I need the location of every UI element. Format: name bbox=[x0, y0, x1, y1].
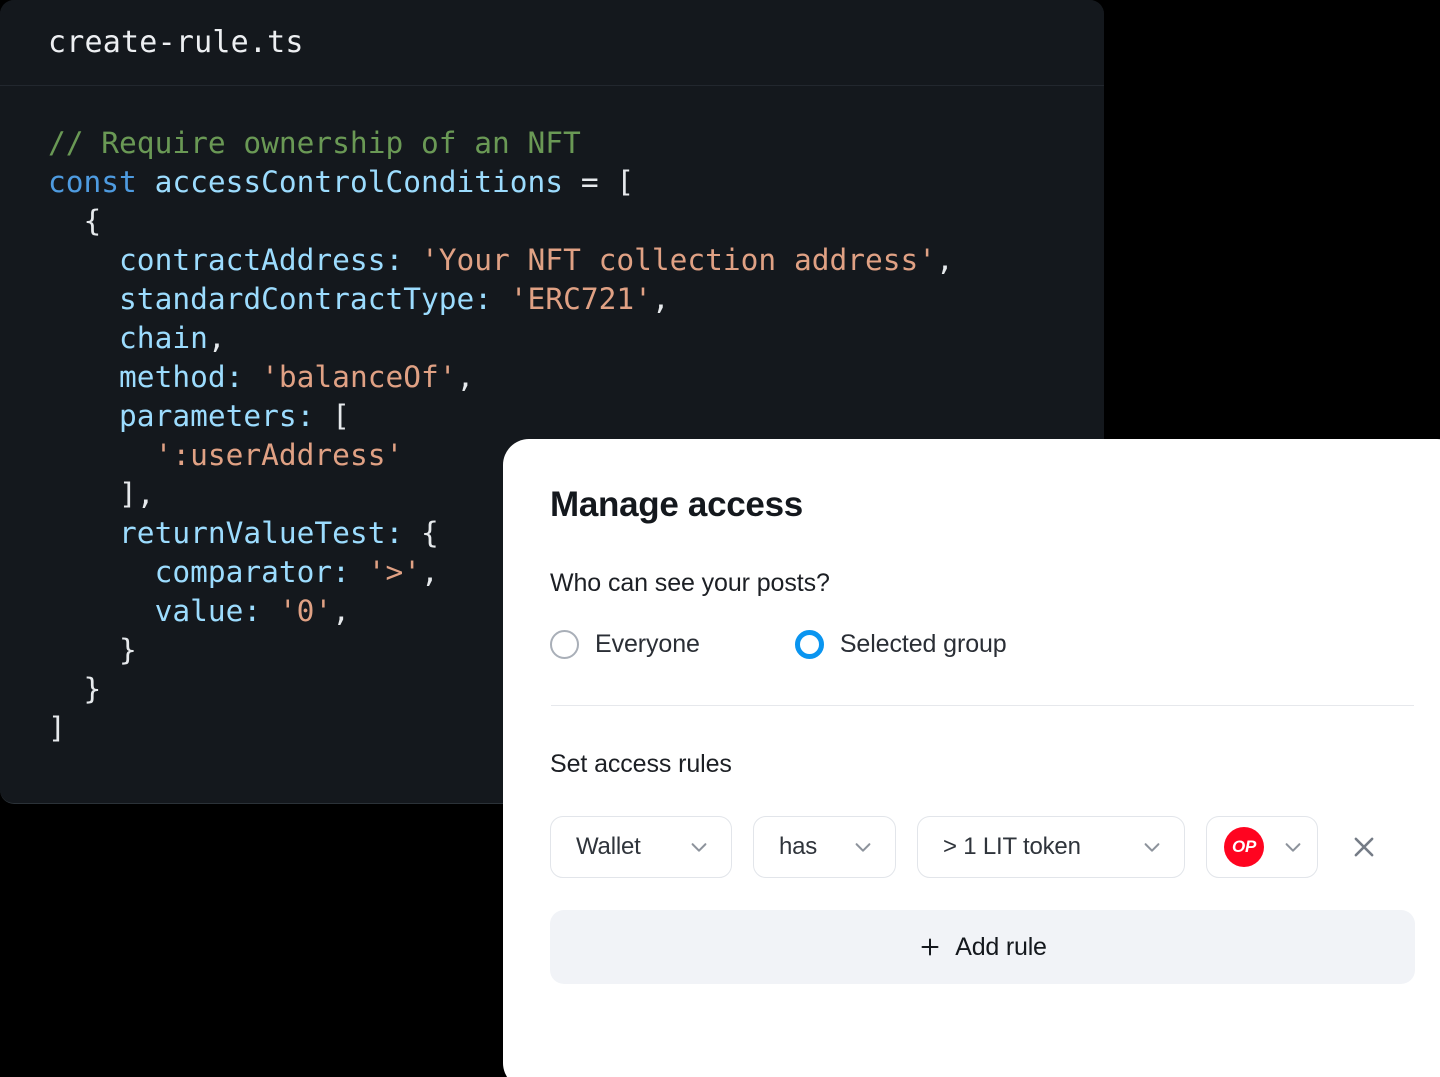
code-token: value: bbox=[154, 594, 262, 628]
chevron-down-icon bbox=[691, 843, 707, 852]
code-line: parameters: [ bbox=[48, 397, 1104, 436]
code-token: '>' bbox=[367, 555, 422, 589]
chevron-down-icon bbox=[855, 843, 871, 852]
code-filename: create-rule.ts bbox=[48, 25, 304, 60]
code-token: ':userAddress' bbox=[154, 438, 404, 472]
code-line: const accessControlConditions = [ bbox=[48, 163, 1104, 202]
code-token: , bbox=[651, 282, 670, 316]
rule-condition-label: > 1 LIT token bbox=[943, 833, 1081, 860]
code-line: // Require ownership of an NFT bbox=[48, 124, 1104, 163]
code-token: contractAddress: bbox=[119, 243, 404, 277]
code-token: 'balanceOf' bbox=[261, 360, 457, 394]
access-rules-section-label: Set access rules bbox=[550, 750, 732, 778]
code-line: method: 'balanceOf', bbox=[48, 358, 1104, 397]
remove-rule-button[interactable] bbox=[1347, 830, 1381, 864]
code-token: chain bbox=[119, 321, 208, 355]
radio-circle-selected-group[interactable] bbox=[794, 630, 824, 659]
code-token: { bbox=[403, 516, 439, 550]
optimism-network-icon: OP bbox=[1224, 827, 1264, 867]
code-token: } bbox=[48, 672, 102, 706]
rule-operator-label: has bbox=[779, 833, 818, 860]
code-token: returnValueTest: bbox=[119, 516, 404, 550]
code-token: standardContractType: bbox=[119, 282, 493, 316]
code-line: chain, bbox=[48, 319, 1104, 358]
radio-option-selected-group[interactable]: Selected group bbox=[794, 630, 1007, 659]
code-token: , bbox=[332, 594, 350, 628]
code-token: , bbox=[207, 321, 226, 355]
code-token: 'Your NFT collection address' bbox=[420, 243, 937, 277]
code-line: contractAddress: 'Your NFT collection ad… bbox=[48, 241, 1104, 280]
code-token: { bbox=[48, 204, 102, 238]
add-rule-button[interactable]: Add rule bbox=[550, 910, 1415, 984]
code-panel-header: create-rule.ts bbox=[0, 0, 1104, 86]
code-token: [ bbox=[314, 399, 350, 433]
code-line: standardContractType: 'ERC721', bbox=[48, 280, 1104, 319]
code-line: { bbox=[48, 202, 1104, 241]
manage-access-panel: Manage access Who can see your posts? Ev… bbox=[503, 439, 1440, 1077]
code-token: , bbox=[456, 360, 475, 394]
code-token: method: bbox=[119, 360, 244, 394]
radio-label-selected-group: Selected group bbox=[839, 630, 1007, 658]
close-icon bbox=[1354, 837, 1374, 857]
code-token: accessControlConditions bbox=[154, 165, 564, 199]
code-token: = [ bbox=[563, 165, 635, 199]
code-token: comparator: bbox=[154, 555, 350, 589]
rule-condition-dropdown[interactable]: > 1 LIT token bbox=[917, 816, 1185, 878]
plus-icon bbox=[921, 938, 939, 956]
visibility-question-label: Who can see your posts? bbox=[550, 569, 830, 597]
code-token: ], bbox=[48, 477, 155, 511]
rule-subject-label: Wallet bbox=[576, 833, 641, 860]
chevron-down-icon bbox=[1144, 843, 1160, 852]
rule-network-dropdown[interactable]: OP bbox=[1206, 816, 1318, 878]
radio-option-everyone[interactable]: Everyone bbox=[550, 630, 700, 659]
add-rule-label: Add rule bbox=[955, 932, 1047, 961]
chevron-down-icon bbox=[1285, 843, 1301, 852]
code-token: , bbox=[936, 243, 954, 277]
access-rule-row: Wallet has > 1 LIT token OP bbox=[550, 816, 1415, 878]
code-token: } bbox=[48, 633, 137, 667]
visibility-radio-group: Everyone Selected group bbox=[550, 630, 1415, 659]
code-token: '0' bbox=[278, 594, 333, 628]
rule-subject-dropdown[interactable]: Wallet bbox=[550, 816, 732, 878]
radio-label-everyone: Everyone bbox=[595, 630, 700, 658]
page-title: Manage access bbox=[550, 485, 803, 524]
section-divider bbox=[551, 705, 1414, 706]
code-token: ] bbox=[48, 711, 66, 745]
code-token: parameters: bbox=[119, 399, 315, 433]
code-token: , bbox=[421, 555, 439, 589]
rule-operator-dropdown[interactable]: has bbox=[753, 816, 896, 878]
code-token: // Require ownership of an NFT bbox=[48, 126, 581, 160]
code-token: 'ERC721' bbox=[509, 282, 652, 316]
code-token: const bbox=[48, 165, 137, 199]
radio-circle-everyone[interactable] bbox=[550, 630, 579, 659]
